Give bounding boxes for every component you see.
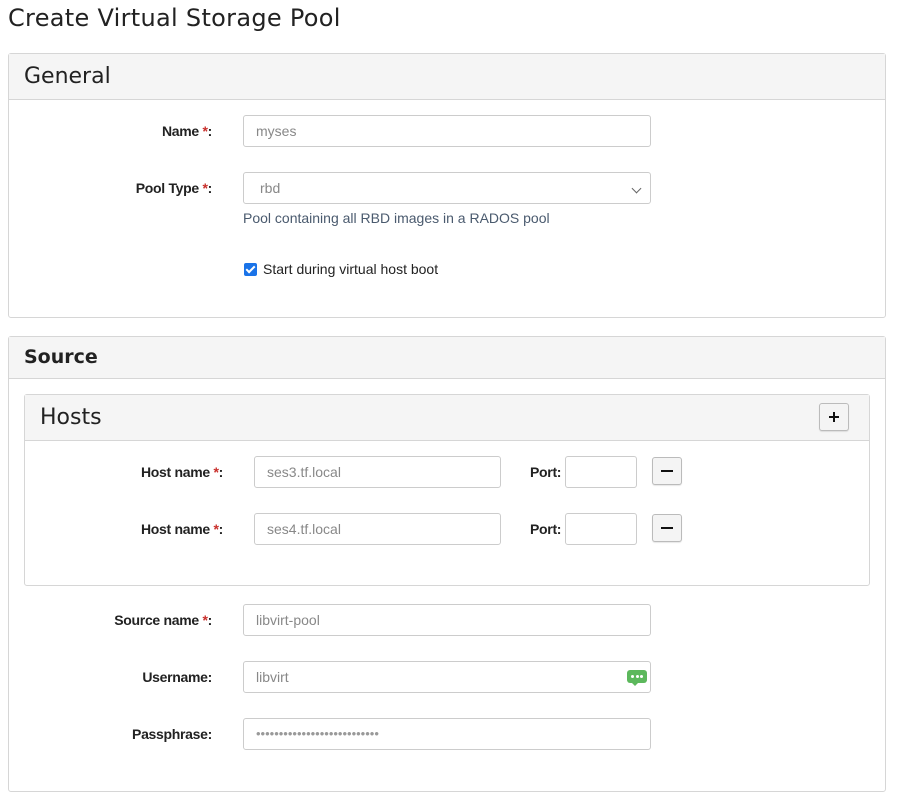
pool-type-value: rbd bbox=[260, 180, 281, 196]
remove-host-button[interactable] bbox=[652, 514, 682, 542]
colon: : bbox=[218, 464, 224, 480]
chevron-down-icon bbox=[631, 183, 642, 194]
hosts-panel-header: Hosts bbox=[25, 395, 869, 441]
colon: : bbox=[207, 612, 213, 628]
passphrase-label: Passphrase: bbox=[132, 726, 212, 742]
autostart-label[interactable]: Start during virtual host boot bbox=[263, 261, 438, 277]
username-label: Username: bbox=[142, 669, 212, 685]
host-name-label: Host name *: bbox=[141, 464, 223, 480]
port-input[interactable] bbox=[565, 513, 637, 545]
passphrase-value: ••••••••••••••••••••••••••• bbox=[256, 726, 379, 741]
pool-type-help: Pool containing all RBD images in a RADO… bbox=[243, 210, 550, 226]
autostart-checkbox[interactable] bbox=[244, 263, 257, 276]
host-name-label: Host name *: bbox=[141, 521, 223, 537]
general-panel: General Name *: Pool Type *: rbd Pool co… bbox=[8, 53, 886, 318]
port-label: Port: bbox=[530, 464, 562, 480]
pool-type-select[interactable]: rbd bbox=[243, 172, 651, 204]
colon: : bbox=[207, 180, 213, 196]
pool-type-label: Pool Type *: bbox=[135, 180, 213, 196]
source-panel: Source Hosts Host name *: Port: Host nam… bbox=[8, 336, 886, 792]
hosts-panel: Hosts Host name *: Port: Host name *: Po… bbox=[24, 394, 870, 586]
host-name-input[interactable] bbox=[254, 456, 501, 488]
name-label-text: Name bbox=[161, 123, 203, 139]
general-panel-header: General bbox=[9, 54, 885, 100]
username-input[interactable]: libvirt bbox=[243, 661, 651, 693]
port-label: Port: bbox=[530, 521, 562, 537]
username-value: libvirt bbox=[256, 669, 289, 685]
remove-host-button[interactable] bbox=[652, 457, 682, 485]
plus-icon bbox=[833, 412, 835, 422]
passphrase-input[interactable]: ••••••••••••••••••••••••••• bbox=[243, 718, 651, 750]
source-name-label-text: Source name bbox=[114, 612, 203, 628]
colon: : bbox=[207, 123, 213, 139]
hosts-panel-title: Hosts bbox=[40, 405, 102, 430]
add-host-button[interactable] bbox=[819, 403, 849, 431]
minus-icon bbox=[661, 527, 673, 529]
host-name-label-text: Host name bbox=[141, 464, 214, 480]
name-label: Name *: bbox=[162, 123, 212, 139]
port-input[interactable] bbox=[565, 456, 637, 488]
chat-dots-icon[interactable] bbox=[627, 670, 647, 686]
host-name-input[interactable] bbox=[254, 513, 501, 545]
minus-icon bbox=[661, 470, 673, 472]
page-title: Create Virtual Storage Pool bbox=[8, 4, 341, 32]
general-panel-title: General bbox=[24, 64, 111, 89]
pool-type-label-text: Pool Type bbox=[135, 180, 203, 196]
source-name-input[interactable] bbox=[243, 604, 651, 636]
host-name-label-text: Host name bbox=[141, 521, 214, 537]
name-input[interactable] bbox=[243, 115, 651, 147]
source-panel-header: Source bbox=[9, 337, 885, 379]
colon: : bbox=[218, 521, 224, 537]
source-panel-title: Source bbox=[24, 346, 98, 368]
source-name-label: Source name *: bbox=[114, 612, 212, 628]
